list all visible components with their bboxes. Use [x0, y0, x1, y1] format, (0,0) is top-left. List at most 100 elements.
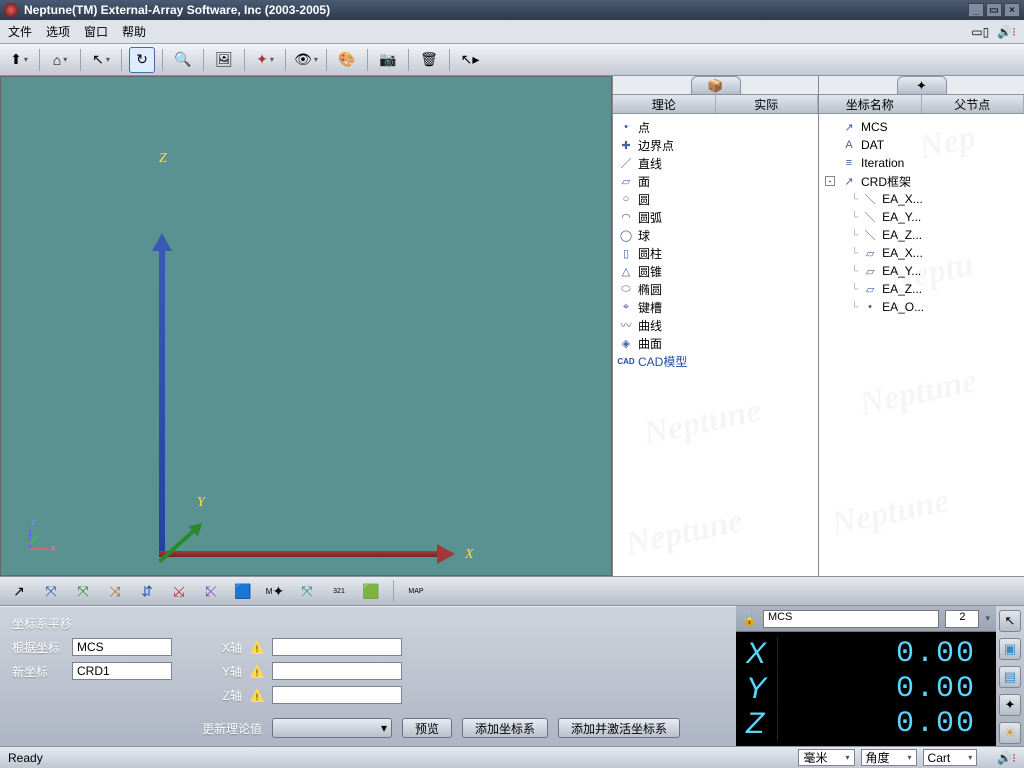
maximize-button[interactable]: ▭: [986, 3, 1002, 17]
coord-child-item[interactable]: └＼EA_Z...: [821, 226, 1022, 244]
home-button[interactable]: ⌂: [47, 47, 73, 73]
geom-item[interactable]: •点: [615, 118, 816, 136]
mini-axes-icon: z x: [29, 517, 69, 557]
status-audio-icon[interactable]: 🔊⁝: [997, 751, 1016, 765]
angle-combo[interactable]: 角度: [861, 749, 917, 766]
preview-button[interactable]: 预览: [402, 718, 452, 738]
cs2-icon[interactable]: ⤧: [70, 579, 96, 603]
coord-icon: ▱: [863, 247, 877, 260]
x-input[interactable]: [272, 638, 402, 656]
statusbar: Ready 毫米 角度 Cart 🔊⁝: [0, 746, 1024, 768]
col-actual[interactable]: 实际: [716, 95, 819, 113]
coord-tab-icon[interactable]: ✦: [897, 76, 947, 94]
camera-button[interactable]: 📷: [375, 47, 401, 73]
add-cs-button[interactable]: 添加坐标系: [462, 718, 548, 738]
menu-file[interactable]: 文件: [8, 23, 32, 40]
cs-select[interactable]: MCS: [763, 610, 940, 628]
refresh-button[interactable]: ↻: [129, 47, 155, 73]
axes-button[interactable]: ✦: [252, 47, 278, 73]
geom-item[interactable]: ◠圆弧: [615, 208, 816, 226]
cs5-icon[interactable]: ⤩: [166, 579, 192, 603]
geom-item[interactable]: CADCAD模型: [615, 352, 816, 370]
cs6-icon[interactable]: ⤪: [198, 579, 224, 603]
side-btn-3[interactable]: ▤: [999, 666, 1021, 688]
geom-item[interactable]: ⬭椭圆: [615, 280, 816, 298]
cart-combo[interactable]: Cart: [923, 749, 978, 766]
side-btn-1[interactable]: ↖: [999, 610, 1021, 632]
y-input[interactable]: [272, 662, 402, 680]
csm-icon[interactable]: M✦: [262, 579, 288, 603]
image-button[interactable]: 🖼: [211, 47, 237, 73]
col-parent[interactable]: 父节点: [922, 95, 1024, 113]
coord-item[interactable]: ≡Iteration: [821, 154, 1022, 172]
trash-button[interactable]: 🗑: [416, 47, 442, 73]
geometry-tab-icon[interactable]: 📦: [691, 76, 741, 94]
csmap-icon[interactable]: MAP: [403, 579, 429, 603]
coord-icon: ↗: [842, 175, 856, 188]
decimal-select[interactable]: 2: [945, 610, 979, 628]
y-axis-label: Y轴: [212, 663, 242, 680]
geom-item[interactable]: ◈曲面: [615, 334, 816, 352]
pointer-button[interactable]: ↖: [88, 47, 114, 73]
cube2-icon[interactable]: 🟩: [358, 579, 384, 603]
cursor-play-button[interactable]: ↖▸: [457, 47, 483, 73]
coord-icon: A: [842, 139, 856, 151]
y-label: Y: [197, 495, 205, 511]
cs3-icon[interactable]: ⤨: [102, 579, 128, 603]
z-input[interactable]: [272, 686, 402, 704]
menu-options[interactable]: 选项: [46, 23, 70, 40]
toolbar-icon[interactable]: ▭▯: [971, 25, 989, 39]
col-theory[interactable]: 理论: [613, 95, 716, 113]
coord-child-item[interactable]: └▱EA_Y...: [821, 262, 1022, 280]
cs321-icon[interactable]: 321: [326, 579, 352, 603]
cs4-icon[interactable]: ⇵: [134, 579, 160, 603]
side-btn-2[interactable]: ▣: [999, 638, 1021, 660]
geom-item[interactable]: ▯圆柱: [615, 244, 816, 262]
cs1-icon[interactable]: ⤧: [38, 579, 64, 603]
geom-item[interactable]: ▱面: [615, 172, 816, 190]
cs7-icon[interactable]: ⤧: [294, 579, 320, 603]
zoom-button[interactable]: 🔍: [170, 47, 196, 73]
geometry-panel: 📦 理论 实际 Neptune Neptune •点✚边界点／直线▱面○圆◠圆弧…: [612, 76, 818, 576]
minimize-button[interactable]: _: [968, 3, 984, 17]
side-btn-4[interactable]: ✦: [999, 694, 1021, 716]
close-button[interactable]: ×: [1004, 3, 1020, 17]
coord-item[interactable]: ↗MCS: [821, 118, 1022, 136]
coord-child-item[interactable]: └＼EA_X...: [821, 190, 1022, 208]
add-activate-button[interactable]: 添加并激活坐标系: [558, 718, 680, 738]
lock-icon[interactable]: 🔒: [742, 612, 757, 626]
coord-child-item[interactable]: └＼EA_Y...: [821, 208, 1022, 226]
cube-icon[interactable]: 🟦: [230, 579, 256, 603]
geom-item[interactable]: ○圆: [615, 190, 816, 208]
menu-help[interactable]: 帮助: [122, 23, 146, 40]
geom-item[interactable]: ◯球: [615, 226, 816, 244]
expand-icon[interactable]: ↗: [6, 579, 32, 603]
new-input[interactable]: [72, 662, 172, 680]
geom-item[interactable]: 〰曲线: [615, 316, 816, 334]
menubar: 文件 选项 窗口 帮助 ▭▯ 🔊⁝: [0, 20, 1024, 44]
geom-item[interactable]: ✚边界点: [615, 136, 816, 154]
eye-button[interactable]: 👁: [293, 47, 319, 73]
y-axis: [161, 503, 221, 563]
coord-item[interactable]: -↗CRD框架: [821, 172, 1022, 190]
expand-toggle[interactable]: -: [825, 176, 835, 186]
update-combo[interactable]: ▾: [272, 718, 392, 738]
coord-icon: ▱: [863, 283, 877, 296]
export-button[interactable]: ⬆: [6, 47, 32, 73]
geom-item[interactable]: ⌖键槽: [615, 298, 816, 316]
geom-icon: ◠: [619, 211, 633, 224]
coord-child-item[interactable]: └▱EA_X...: [821, 244, 1022, 262]
geom-item[interactable]: △圆锥: [615, 262, 816, 280]
base-input[interactable]: [72, 638, 172, 656]
palette-button[interactable]: 🎨: [334, 47, 360, 73]
coord-item[interactable]: ADAT: [821, 136, 1022, 154]
geom-item[interactable]: ／直线: [615, 154, 816, 172]
3d-viewport[interactable]: Z X Y z x: [0, 76, 612, 576]
coord-child-item[interactable]: └▱EA_Z...: [821, 280, 1022, 298]
unit-combo[interactable]: 毫米: [798, 749, 854, 766]
coord-child-item[interactable]: └•EA_O...: [821, 298, 1022, 316]
audio-icon[interactable]: 🔊⁝: [997, 25, 1016, 39]
col-coordname[interactable]: 坐标名称: [819, 95, 922, 113]
side-btn-5[interactable]: ☀: [999, 722, 1021, 744]
menu-window[interactable]: 窗口: [84, 23, 108, 40]
